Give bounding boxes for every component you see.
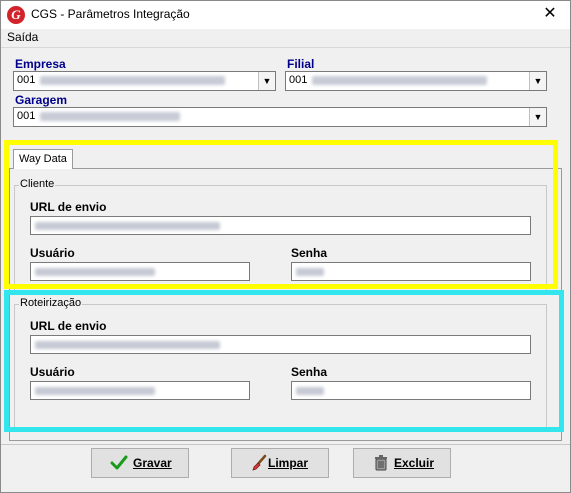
- filial-select[interactable]: 001 ▼: [285, 71, 547, 91]
- cliente-senha-input[interactable]: [291, 262, 531, 281]
- roteirizacao-usuario-label: Usuário: [30, 365, 75, 379]
- button-bar-divider: [1, 444, 570, 445]
- roteirizacao-senha-label: Senha: [291, 365, 328, 379]
- tab-control: Way Data Cliente URL de envio Usuário Se…: [9, 145, 562, 441]
- cliente-url-label: URL de envio: [30, 200, 107, 214]
- menu-separator: [1, 47, 570, 48]
- trash-icon: [375, 455, 387, 471]
- empresa-redacted: [40, 76, 225, 85]
- roteirizacao-senha-input[interactable]: [291, 381, 531, 400]
- roteirizacao-group-title: Roteirização: [19, 297, 83, 309]
- garagem-value: 001: [17, 110, 36, 122]
- app-logo-icon: G: [7, 6, 25, 24]
- filial-redacted: [312, 76, 487, 85]
- cliente-senha-label: Senha: [291, 246, 328, 260]
- filial-value: 001: [289, 74, 308, 86]
- garagem-select[interactable]: 001 ▼: [13, 107, 547, 127]
- close-button[interactable]: ✕: [530, 1, 570, 29]
- excluir-button[interactable]: Excluir: [353, 448, 451, 478]
- chevron-down-icon[interactable]: ▼: [529, 72, 546, 90]
- window-title: CGS - Parâmetros Integração: [31, 7, 190, 21]
- gravar-label: Gravar: [133, 456, 172, 470]
- roteirizacao-url-redacted: [35, 341, 220, 349]
- tab-way-data[interactable]: Way Data: [13, 149, 73, 169]
- checkmark-icon: [110, 455, 128, 470]
- cliente-usuario-redacted: [35, 268, 155, 276]
- title-bar: G CGS - Parâmetros Integração ✕: [1, 1, 570, 29]
- cliente-senha-redacted: [296, 268, 324, 276]
- filial-label: Filial: [287, 57, 315, 71]
- empresa-value: 001: [17, 74, 36, 86]
- chevron-down-icon[interactable]: ▼: [529, 108, 546, 126]
- limpar-button[interactable]: Limpar: [231, 448, 329, 478]
- gravar-button[interactable]: Gravar: [91, 448, 189, 478]
- roteirizacao-usuario-redacted: [35, 387, 155, 395]
- cliente-url-input[interactable]: [30, 216, 531, 235]
- roteirizacao-senha-redacted: [296, 387, 324, 395]
- excluir-label: Excluir: [394, 456, 435, 470]
- roteirizacao-usuario-input[interactable]: [30, 381, 250, 400]
- cliente-group: Cliente URL de envio Usuário Senha: [14, 178, 547, 291]
- tab-panel-way-data: Cliente URL de envio Usuário Senha Rotei…: [9, 168, 562, 441]
- brush-icon: [252, 454, 267, 471]
- limpar-label: Limpar: [268, 456, 309, 470]
- garagem-redacted: [40, 112, 180, 121]
- empresa-label: Empresa: [15, 57, 66, 71]
- garagem-label: Garagem: [15, 93, 68, 107]
- roteirizacao-group: Roteirização URL de envio Usuário Senha: [14, 297, 547, 430]
- cliente-group-title: Cliente: [19, 178, 56, 190]
- empresa-select[interactable]: 001 ▼: [13, 71, 276, 91]
- menu-bar: Saída: [1, 29, 570, 47]
- cliente-usuario-input[interactable]: [30, 262, 250, 281]
- roteirizacao-url-label: URL de envio: [30, 319, 107, 333]
- cliente-usuario-label: Usuário: [30, 246, 75, 260]
- menu-item-saida[interactable]: Saída: [7, 30, 38, 44]
- cliente-url-redacted: [35, 222, 220, 230]
- chevron-down-icon[interactable]: ▼: [258, 72, 275, 90]
- main-window: G CGS - Parâmetros Integração ✕ Saída Em…: [0, 0, 571, 493]
- roteirizacao-url-input[interactable]: [30, 335, 531, 354]
